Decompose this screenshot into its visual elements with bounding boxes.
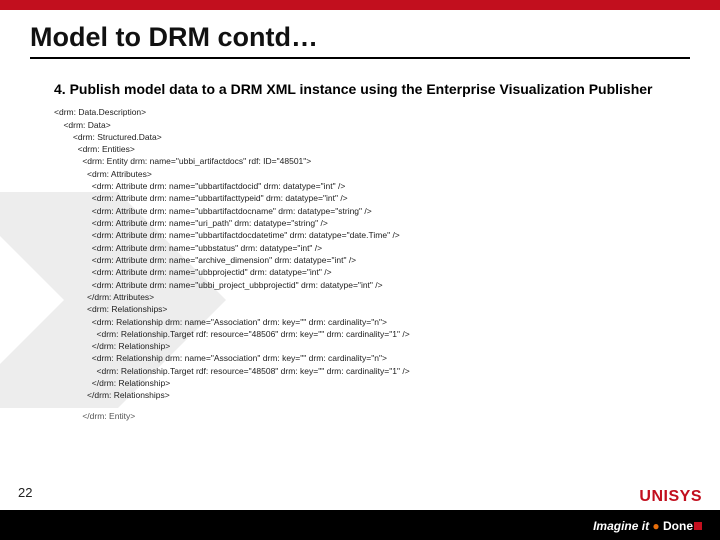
tagline-imagine: Imagine it: [593, 519, 649, 533]
xml-code-last-line: </drm: Entity>: [54, 410, 690, 422]
slide-number: 22: [18, 485, 32, 500]
footer-strip: Imagine it ● Done: [0, 510, 720, 540]
square-dot-icon: [694, 522, 702, 530]
top-accent-bar: [0, 0, 720, 10]
xml-code-block: <drm: Data.Description> <drm: Data> <drm…: [54, 106, 690, 402]
slide-title: Model to DRM contd…: [30, 22, 690, 59]
unisys-logo: UNISYS: [639, 488, 702, 506]
bullet-heading: 4. Publish model data to a DRM XML insta…: [54, 80, 690, 98]
tagline-done: Done: [663, 519, 693, 533]
slide-content: 4. Publish model data to a DRM XML insta…: [54, 80, 690, 422]
dot-icon: ●: [649, 519, 663, 533]
title-area: Model to DRM contd…: [30, 22, 690, 59]
footer-tagline: Imagine it ● Done: [593, 519, 702, 533]
